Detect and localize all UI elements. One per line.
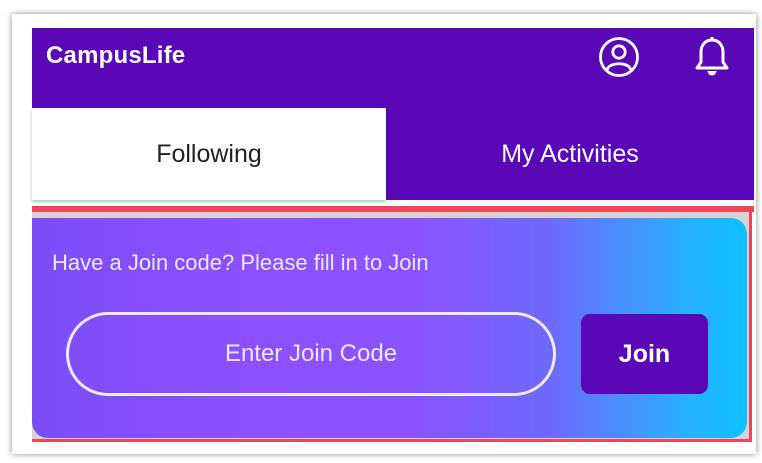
notifications-button[interactable] — [689, 34, 735, 80]
join-prompt: Have a Join code? Please fill in to Join — [52, 250, 429, 275]
join-card: Have a Join code? Please fill in to Join… — [32, 218, 747, 438]
profile-button[interactable] — [596, 34, 642, 80]
app-title: CampusLife — [46, 42, 186, 69]
tab-bar: Following My Activities — [32, 108, 754, 200]
join-button[interactable]: Join — [581, 314, 708, 394]
join-code-input[interactable] — [66, 312, 556, 396]
user-circle-icon — [599, 37, 639, 77]
join-section: Have a Join code? Please fill in to Join… — [32, 212, 752, 442]
campuslife-app: CampusLife Following My Activities Have … — [32, 28, 754, 442]
tab-my-activities[interactable]: My Activities — [386, 108, 754, 200]
tab-following[interactable]: Following — [32, 108, 386, 200]
bell-icon — [695, 37, 729, 76]
app-header: CampusLife — [32, 28, 754, 108]
